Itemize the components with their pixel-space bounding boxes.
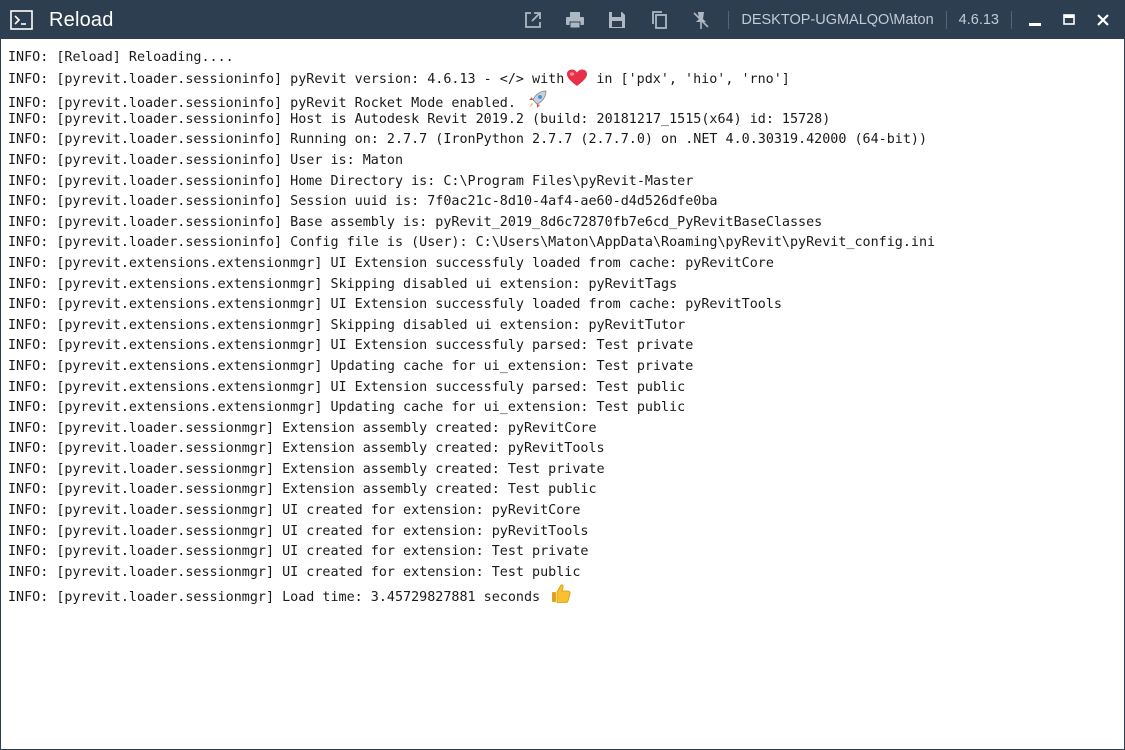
log-line: INFO: [pyrevit.loader.sessionmgr] Extens… [8,461,605,477]
save-icon [609,12,626,28]
log-line: INFO: [pyrevit.loader.sessionmgr] UI cre… [8,523,589,539]
log-output[interactable]: INFO: [Reload] Reloading.... INFO: [pyre… [1,39,1124,605]
print-button[interactable] [560,1,590,39]
toolbar-separator [728,11,730,29]
print-icon [566,12,585,29]
copy-button[interactable] [644,1,674,39]
close-icon [1097,14,1109,26]
log-line: INFO: [pyrevit.loader.sessioninfo] Base … [8,214,823,230]
log-line: INFO: [pyrevit.loader.sessionmgr] UI cre… [8,503,581,519]
log-line: INFO: [pyrevit.extensions.extensionmgr] … [8,358,694,374]
minimize-button[interactable] [1018,1,1052,39]
terminal-icon [10,10,33,30]
log-line: INFO: [pyrevit.loader.sessioninfo] Sessi… [8,194,718,210]
log-line: INFO: [pyrevit.loader.sessioninfo] Runni… [8,132,928,148]
log-line: INFO: [pyrevit.loader.sessionmgr] Extens… [8,420,597,436]
toolbar-separator [945,11,947,29]
log-line: INFO: [Reload] Reloading.... [8,50,234,65]
log-line: INFO: [pyrevit.extensions.extensionmgr] … [8,297,782,313]
output-window: Reload DESKTOP-UGMALQO\Maton 4.6.13 INFO… [0,0,1125,750]
log-line: INFO: [pyrevit.extensions.extensionmgr] … [8,379,686,395]
toolbar-separator [1011,11,1012,29]
window-title: Reload [49,8,114,31]
version-label: 4.6.13 [958,12,999,28]
open-external-button[interactable] [518,1,548,39]
close-button[interactable] [1086,1,1120,39]
maximize-icon [1063,14,1075,25]
pin-button[interactable] [686,1,716,39]
log-line: INFO: [pyrevit.loader.sessionmgr] UI cre… [8,544,589,560]
log-line: INFO: [pyrevit.loader.sessionmgr] Load t… [8,583,1124,605]
log-line: INFO: [pyrevit.loader.sessioninfo] Home … [8,173,694,189]
log-line: INFO: [pyrevit.loader.sessionmgr] Extens… [8,441,605,457]
pin-off-icon [693,12,709,29]
thumbs-up-icon [550,583,572,613]
heart-icon [566,69,588,95]
title-bar[interactable]: Reload DESKTOP-UGMALQO\Maton 4.6.13 [1,1,1124,39]
log-line: INFO: [pyrevit.extensions.extensionmgr] … [8,400,686,416]
minimize-icon [1029,23,1041,26]
log-line: INFO: [pyrevit.loader.sessioninfo] Confi… [8,235,936,251]
log-line: INFO: [pyrevit.extensions.extensionmgr] … [8,255,774,271]
log-line: INFO: [pyrevit.extensions.extensionmgr] … [8,338,694,354]
copy-icon [652,11,668,29]
save-button[interactable] [602,1,632,39]
log-line: INFO: [pyrevit.extensions.extensionmgr] … [8,317,686,333]
log-line: INFO: [pyrevit.extensions.extensionmgr] … [8,276,678,292]
log-line: INFO: [pyrevit.loader.sessionmgr] Extens… [8,482,597,498]
log-line: INFO: [pyrevit.loader.sessionmgr] UI cre… [8,564,581,580]
log-line: INFO: [pyrevit.loader.sessioninfo] User … [8,152,404,168]
host-user-label: DESKTOP-UGMALQO\Maton [741,12,934,28]
open-external-icon [525,12,542,28]
log-line: INFO: [pyrevit.loader.sessioninfo] Host … [8,111,831,127]
log-line: INFO: [pyrevit.loader.sessioninfo] pyRev… [8,69,1124,90]
maximize-button[interactable] [1052,1,1086,39]
